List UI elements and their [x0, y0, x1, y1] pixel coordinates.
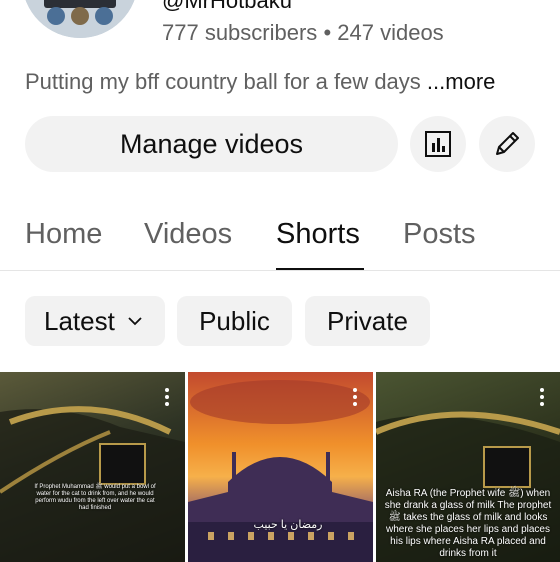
- chevron-down-icon: [128, 317, 142, 326]
- channel-avatar[interactable]: [22, 0, 138, 38]
- pencil-icon: [496, 132, 519, 155]
- stats-separator: •: [323, 20, 332, 45]
- filter-public-chip[interactable]: Public: [177, 296, 292, 346]
- subscriber-count: 777 subscribers: [162, 20, 318, 45]
- tab-videos[interactable]: Videos: [144, 218, 232, 251]
- short-caption: If Prophet Muhammad ﷺ would put a bowl o…: [34, 484, 156, 511]
- more-link[interactable]: ...more: [427, 69, 495, 94]
- description-text: Putting my bff country ball for a few da…: [25, 69, 421, 94]
- filter-private-chip[interactable]: Private: [305, 296, 430, 346]
- video-count: 247 videos: [337, 20, 444, 45]
- public-label: Public: [199, 305, 270, 336]
- channel-handle: @MrHotbaku: [162, 0, 292, 13]
- analytics-icon: [425, 131, 451, 157]
- tabs-divider: [0, 270, 560, 271]
- sort-dropdown[interactable]: Latest: [25, 296, 165, 346]
- more-options-icon[interactable]: [540, 388, 544, 409]
- short-thumbnail[interactable]: Aisha RA (the Prophet wife ﷺ) when she d…: [376, 372, 560, 562]
- channel-tabs: Home Videos Shorts Posts: [0, 210, 560, 272]
- manage-videos-button[interactable]: Manage videos: [25, 116, 398, 172]
- short-thumbnail[interactable]: If Prophet Muhammad ﷺ would put a bowl o…: [0, 372, 185, 562]
- short-caption: رمضان يا حبيب: [253, 519, 323, 531]
- short-thumbnail[interactable]: رمضان يا حبيب: [188, 372, 373, 562]
- avatar-image: [25, 0, 135, 38]
- more-options-icon[interactable]: [353, 388, 357, 409]
- tab-shorts[interactable]: Shorts: [276, 218, 360, 251]
- edit-channel-button[interactable]: [479, 116, 535, 172]
- thumbnail-image-kaaba: [0, 406, 185, 562]
- tab-posts[interactable]: Posts: [403, 218, 476, 251]
- sort-label: Latest: [44, 305, 115, 336]
- analytics-button[interactable]: [410, 116, 466, 172]
- channel-stats: 777 subscribers • 247 videos: [162, 20, 444, 46]
- tab-home[interactable]: Home: [25, 218, 102, 251]
- more-options-icon[interactable]: [165, 388, 169, 409]
- short-caption: Aisha RA (the Prophet wife ﷺ) when she d…: [384, 488, 552, 559]
- channel-description[interactable]: Putting my bff country ball for a few da…: [25, 69, 495, 95]
- thumbnail-image-mosque: [188, 380, 373, 562]
- manage-videos-label: Manage videos: [119, 128, 304, 159]
- private-label: Private: [327, 305, 408, 336]
